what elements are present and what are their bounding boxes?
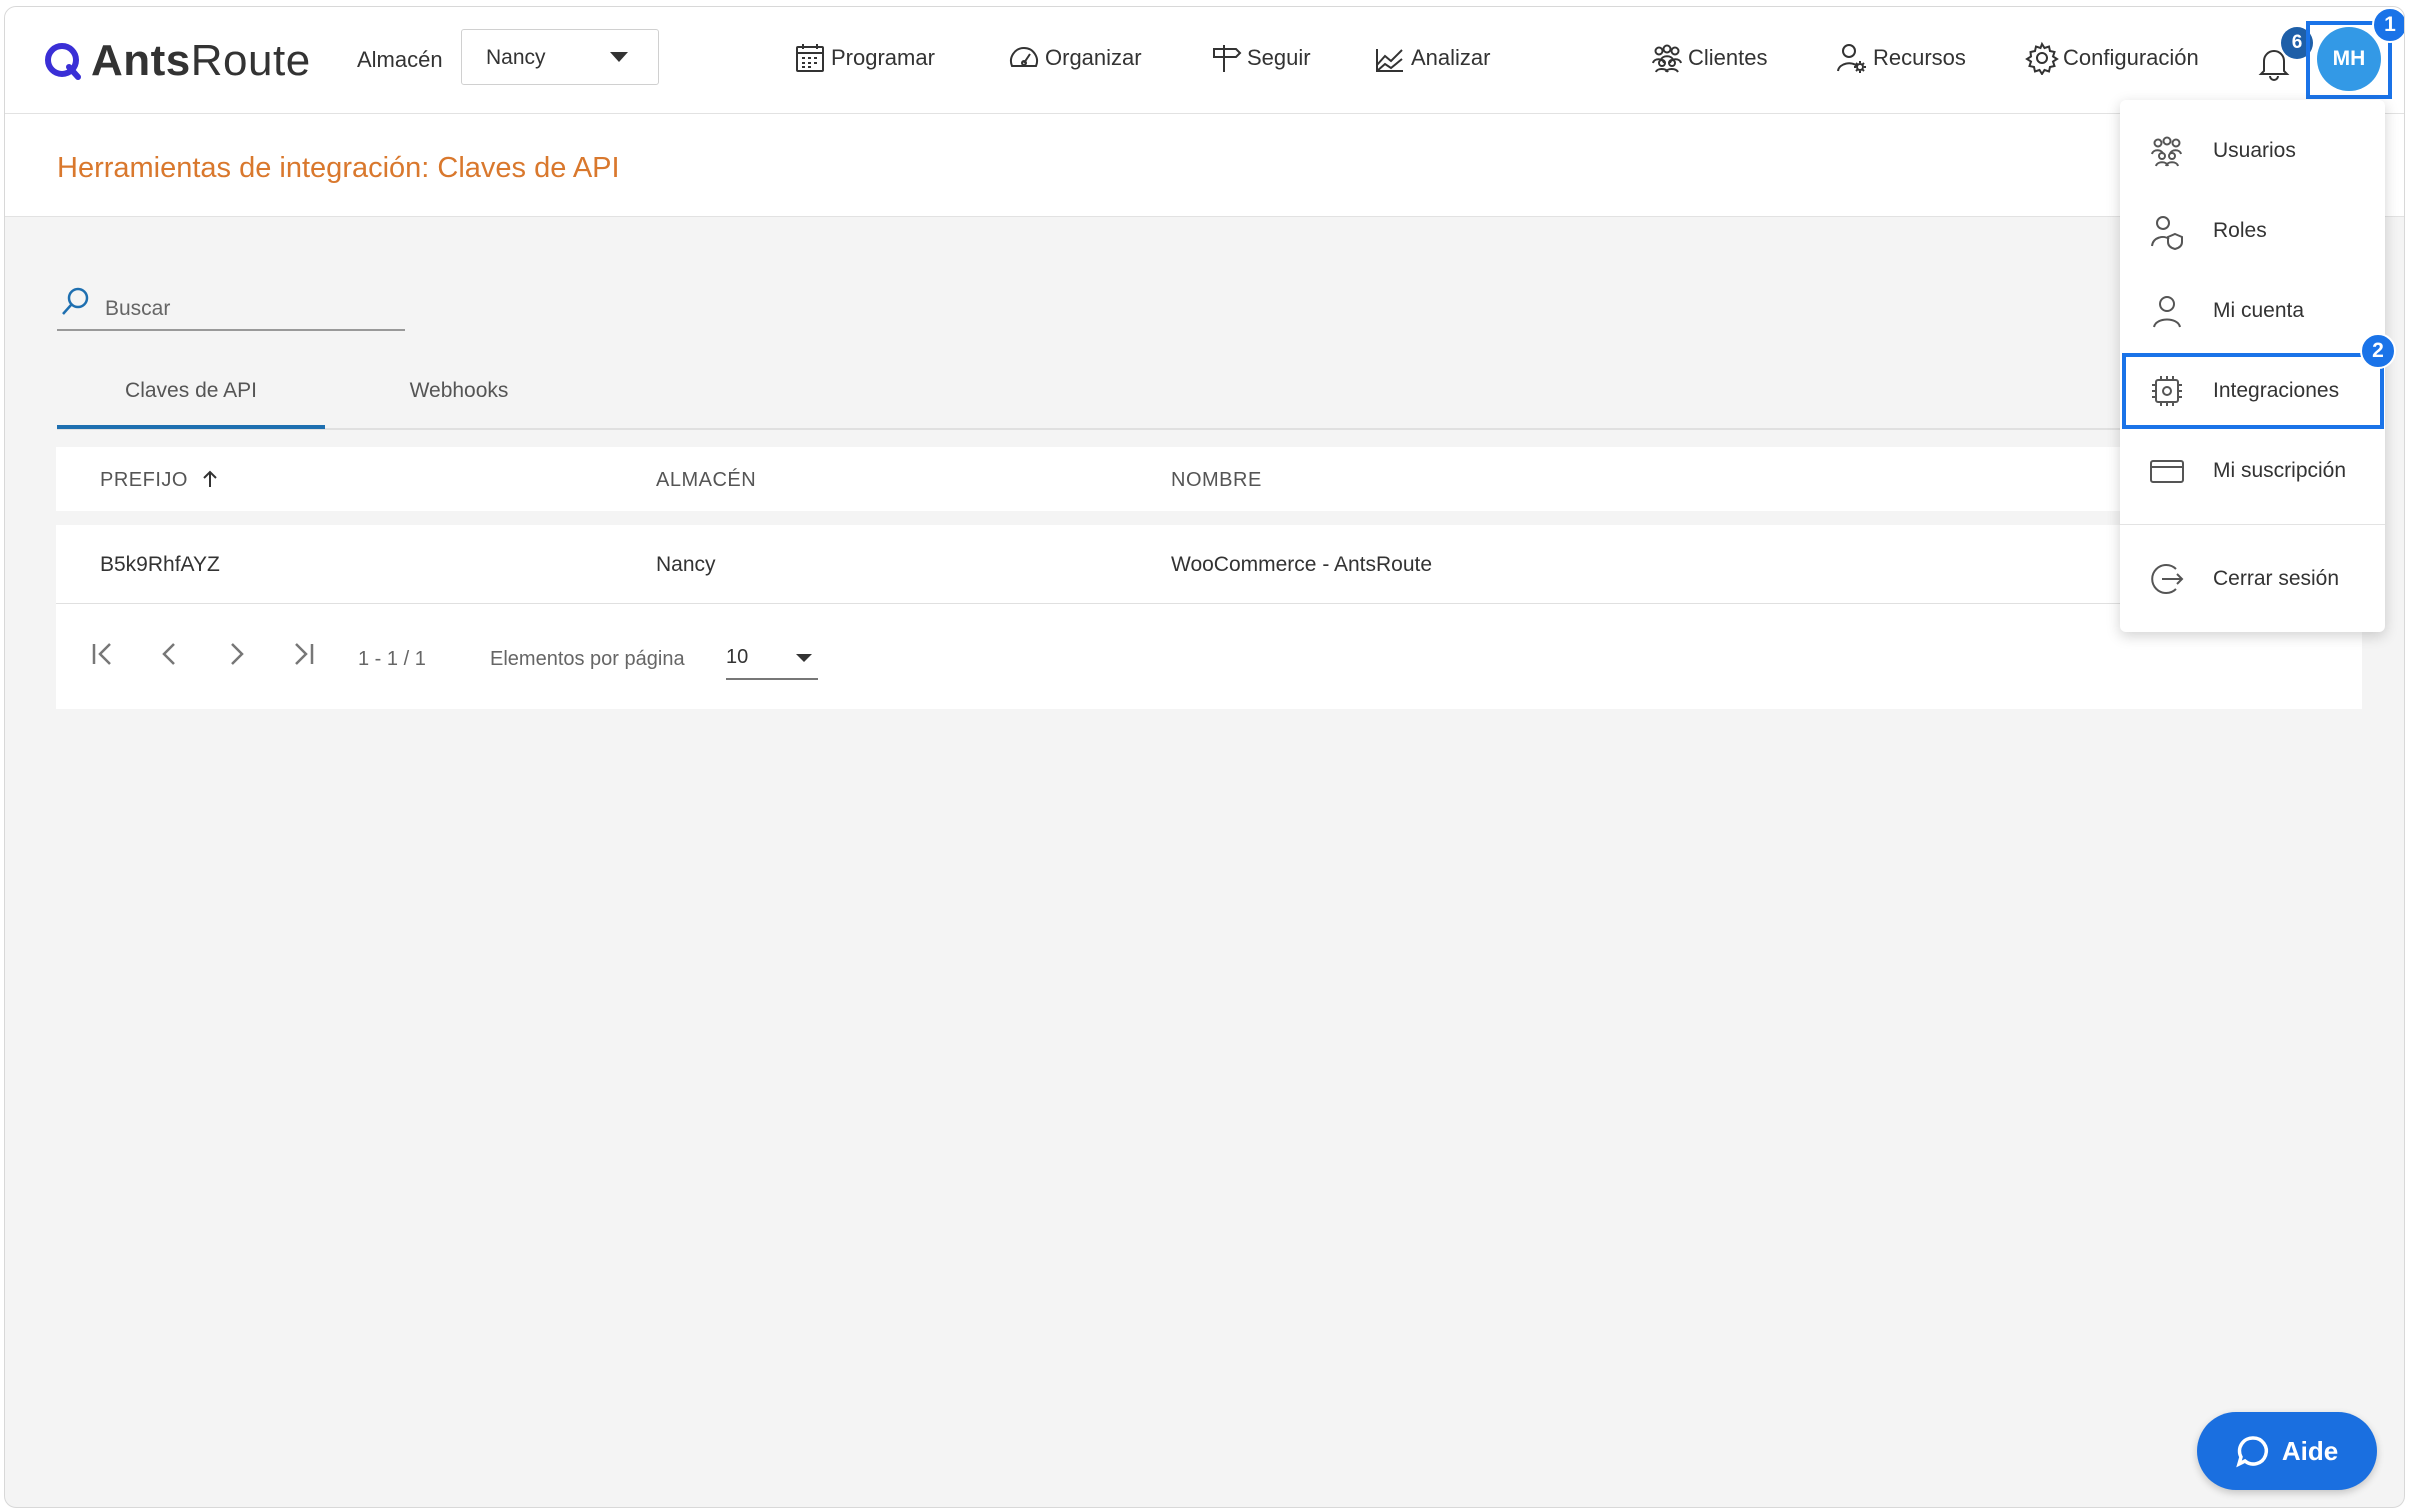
menu-item-roles-label: Roles [2213, 219, 2267, 242]
cell-name: WooCommerce - AntsRoute [1171, 553, 1433, 576]
menu-item-cerrar-sesion[interactable]: Cerrar sesión [2120, 540, 2385, 618]
nav-seguir[interactable]: Seguir [1209, 35, 1311, 81]
logo-mark-icon [45, 43, 81, 80]
column-header-name[interactable]: NOMBRE [1171, 469, 1262, 492]
nav-recursos-label: Recursos [1873, 45, 1966, 70]
api-keys-table: PREFIJO ALMACÉN NOMBRE B5k9RhfAYZ Nancy … [56, 447, 2362, 709]
search-input[interactable] [103, 293, 397, 325]
page-title-bar: Herramientas de integración: Claves de A… [5, 114, 2404, 217]
nav-analizar[interactable]: Analizar [1373, 35, 1490, 81]
help-chat-button[interactable]: Aide [2197, 1412, 2377, 1490]
menu-item-usuarios-label: Usuarios [2213, 139, 2296, 162]
cell-warehouse: Nancy [656, 553, 716, 576]
gear-icon [2025, 41, 2059, 75]
items-per-page-select[interactable]: 10 [726, 634, 818, 680]
nav-configuracion[interactable]: Configuración [2025, 35, 2199, 81]
menu-item-roles[interactable]: Roles [2120, 192, 2385, 270]
column-header-warehouse[interactable]: ALMACÉN [656, 469, 756, 492]
nav-programar[interactable]: Programar [793, 35, 935, 81]
last-page-icon[interactable] [284, 636, 320, 672]
user-icon [2153, 296, 2181, 328]
nav-configuracion-label: Configuración [2063, 45, 2199, 70]
warehouse-select-value: Nancy [486, 46, 546, 69]
calendar-icon [796, 44, 824, 72]
sort-ascending-icon [203, 470, 217, 487]
nav-organizar[interactable]: Organizar [1007, 35, 1142, 81]
pagination-bar: 1 - 1 / 1 Elementos por página 10 [56, 604, 2362, 708]
column-header-prefix[interactable]: PREFIJO [100, 469, 220, 492]
tab-api-keys-label: Claves de API [125, 379, 257, 402]
step-1-badge: 1 [2372, 7, 2404, 43]
nav-seguir-label: Seguir [1247, 45, 1311, 70]
tab-webhooks-label: Webhooks [409, 379, 509, 402]
menu-item-mi-cuenta[interactable]: Mi cuenta [2120, 272, 2385, 350]
menu-item-usuarios[interactable]: Usuarios [2120, 112, 2385, 190]
nav-analizar-label: Analizar [1411, 45, 1491, 70]
chevron-down-icon [610, 52, 628, 62]
credit-card-icon [2150, 460, 2184, 483]
nav-clientes-label: Clientes [1688, 45, 1768, 70]
column-header-prefix-label: PREFIJO [100, 469, 188, 491]
menu-item-mi-suscripcion[interactable]: Mi suscripción [2120, 432, 2385, 510]
search-box [57, 279, 405, 331]
signpost-icon [1213, 45, 1242, 72]
user-avatar-button[interactable]: MH [2317, 27, 2381, 91]
active-tab-indicator [57, 425, 325, 429]
first-page-icon[interactable] [86, 636, 122, 672]
nav-clientes[interactable]: Clientes [1650, 35, 1767, 81]
chat-bubble-icon [2236, 1436, 2268, 1468]
users-group-icon [2151, 136, 2182, 167]
next-page-icon[interactable] [218, 636, 254, 672]
help-button-label: Aide [2281, 1435, 2339, 1466]
cell-prefix: B5k9RhfAYZ [100, 553, 220, 576]
step-2-highlight [2122, 353, 2384, 429]
nav-organizar-label: Organizar [1045, 45, 1142, 70]
nav-recursos[interactable]: Recursos [1835, 35, 1966, 81]
items-per-page-label: Elementos por página [490, 648, 685, 670]
menu-item-mi-cuenta-label: Mi cuenta [2213, 299, 2305, 322]
chevron-down-icon [796, 654, 812, 662]
clients-group-icon [1652, 44, 1682, 73]
page-title: Herramientas de integración: Claves de A… [57, 152, 620, 184]
menu-item-cerrar-sesion-label: Cerrar sesión [2213, 567, 2340, 590]
warehouse-label: Almacén [357, 47, 443, 72]
items-per-page-value: 10 [726, 646, 749, 668]
app-window: AntsRoute Almacén Nancy Programar Organi… [4, 6, 2405, 1508]
nav-programar-label: Programar [831, 45, 935, 70]
previous-page-icon[interactable] [152, 636, 188, 672]
step-2-badge: 2 [2360, 333, 2396, 369]
menu-item-mi-suscripcion-label: Mi suscripción [2213, 459, 2347, 482]
antsroute-logo[interactable]: AntsRoute [43, 31, 311, 91]
tabs-divider [57, 428, 2357, 430]
role-shield-icon [2151, 216, 2183, 250]
tab-webhooks[interactable]: Webhooks [325, 379, 593, 429]
table-row[interactable]: B5k9RhfAYZ Nancy WooCommerce - AntsRoute [56, 525, 2362, 604]
search-icon [62, 287, 89, 315]
table-header: PREFIJO ALMACÉN NOMBRE [56, 447, 2362, 525]
menu-divider [2120, 524, 2385, 525]
speedometer-icon [1010, 47, 1038, 67]
user-gear-icon [1837, 44, 1866, 73]
tab-api-keys[interactable]: Claves de API [57, 379, 325, 429]
logout-icon [2151, 564, 2184, 594]
logo-text: AntsRoute [91, 36, 311, 85]
warehouse-select[interactable]: Nancy [461, 29, 659, 85]
chart-icon [1376, 49, 1403, 72]
pagination-range: 1 - 1 / 1 [358, 648, 426, 670]
top-navigation-bar: AntsRoute Almacén Nancy Programar Organi… [5, 7, 2404, 114]
